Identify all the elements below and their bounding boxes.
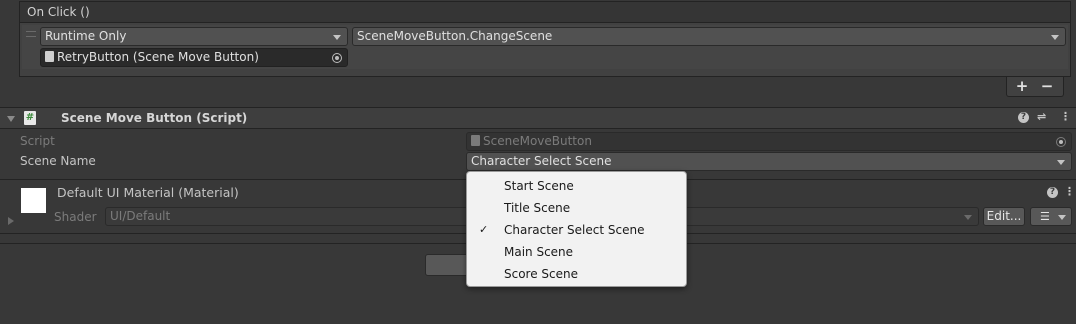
remove-listener-button[interactable]: −: [1035, 77, 1059, 95]
chevron-down-icon: [1051, 35, 1059, 40]
material-preview: [21, 188, 46, 213]
chevron-down-icon: [333, 35, 341, 40]
kebab-menu-icon[interactable]: ⋮: [1064, 185, 1075, 198]
onclick-event-header: On Click (): [19, 1, 1071, 22]
popup-item-label: Start Scene: [504, 179, 574, 193]
target-object-value: RetryButton (Scene Move Button): [57, 50, 259, 64]
runtime-mode-value: Runtime Only: [45, 29, 127, 43]
target-object-field[interactable]: RetryButton (Scene Move Button): [40, 48, 348, 67]
script-field-value: SceneMoveButton: [483, 134, 592, 148]
popup-item-score-scene[interactable]: Score Scene: [467, 263, 686, 285]
checkmark-icon: ✓: [479, 223, 489, 236]
chevron-down-icon: [964, 215, 972, 220]
chevron-down-icon: [1058, 215, 1066, 220]
foldout-arrow-icon[interactable]: [7, 116, 15, 122]
scene-name-value: Character Select Scene: [471, 154, 612, 168]
script-file-icon: [45, 51, 54, 62]
popup-item-title-scene[interactable]: Title Scene: [467, 197, 686, 219]
help-icon[interactable]: ?: [1047, 187, 1058, 198]
list-options-icon: ☰: [1040, 210, 1050, 223]
script-label: Script: [20, 134, 55, 148]
function-value: SceneMoveButton.ChangeScene: [357, 29, 553, 43]
object-picker-icon: [1056, 137, 1066, 147]
popup-item-label: Score Scene: [504, 267, 579, 281]
help-icon[interactable]: ?: [1018, 112, 1029, 123]
shader-value: UI/Default: [110, 209, 171, 223]
object-picker-icon[interactable]: [332, 53, 342, 63]
material-title: Default UI Material (Material): [57, 185, 239, 200]
popup-item-main-scene[interactable]: Main Scene: [467, 241, 686, 263]
popup-item-label: Character Select Scene: [504, 223, 645, 237]
add-listener-button[interactable]: +: [1010, 77, 1034, 95]
function-dropdown[interactable]: SceneMoveButton.ChangeScene: [352, 27, 1066, 46]
foldout-arrow-icon[interactable]: [8, 217, 14, 225]
component-title: Scene Move Button (Script): [61, 111, 248, 125]
material-options-dropdown[interactable]: ☰: [1030, 207, 1072, 226]
kebab-menu-icon[interactable]: ⋮: [1060, 110, 1071, 123]
script-component-icon: #: [24, 111, 36, 125]
scene-name-dropdown[interactable]: Character Select Scene: [466, 152, 1072, 171]
script-file-icon: [471, 135, 480, 146]
script-field: SceneMoveButton: [466, 132, 1072, 151]
edit-shader-button[interactable]: Edit...: [983, 207, 1025, 226]
drag-handle-icon[interactable]: [26, 31, 36, 37]
preset-icon[interactable]: ⇌: [1037, 110, 1046, 123]
popup-item-start-scene[interactable]: Start Scene: [467, 175, 686, 197]
chevron-down-icon: [1057, 160, 1065, 165]
popup-item-label: Main Scene: [504, 245, 574, 259]
divider: [0, 128, 1076, 129]
onclick-event-title: On Click (): [27, 5, 90, 19]
popup-item-character-select-scene[interactable]: ✓ Character Select Scene: [467, 219, 686, 241]
scene-name-label: Scene Name: [20, 154, 96, 168]
shader-label: Shader: [54, 210, 97, 224]
list-add-remove-buttons: + −: [1006, 77, 1064, 97]
runtime-mode-dropdown[interactable]: Runtime Only: [40, 27, 348, 46]
scene-name-popup-menu: Start Scene Title Scene ✓ Character Sele…: [466, 171, 687, 287]
popup-item-label: Title Scene: [504, 201, 571, 215]
